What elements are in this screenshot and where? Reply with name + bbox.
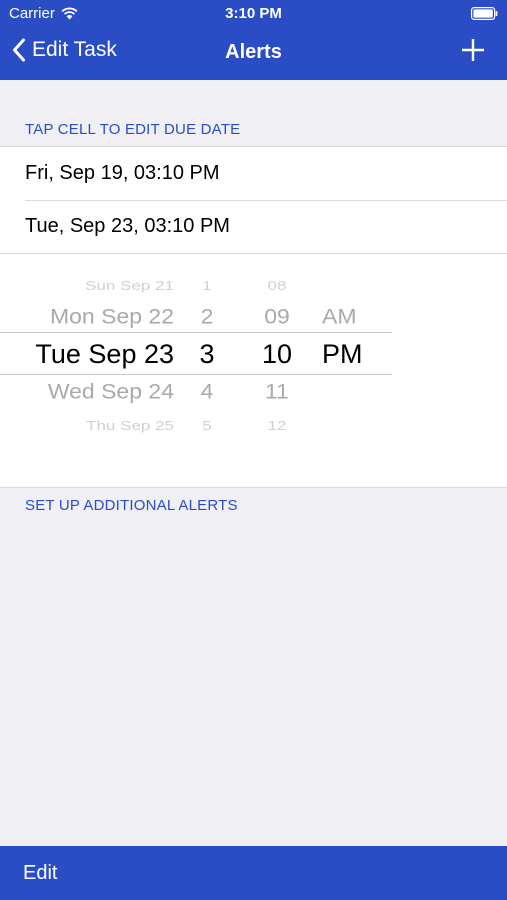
chevron-left-icon <box>13 38 25 62</box>
picker-date-wheel[interactable]: Sun Sep 21 Mon Sep 22 Tue Sep 23 Wed Sep… <box>0 254 174 487</box>
due-date-cell[interactable]: Fri, Sep 19, 03:10 PM <box>0 147 507 200</box>
picker-ampm-wheel[interactable]: AM PM <box>322 254 382 487</box>
add-alert-button[interactable] <box>461 38 485 67</box>
picker-hour-selected[interactable]: 3 <box>199 341 214 368</box>
picker-hour-option[interactable]: 4 <box>201 380 214 402</box>
top-bar: Carrier 3:10 PM Edit Task Alerts <box>0 0 507 80</box>
due-date-table: Fri, Sep 19, 03:10 PM Tue, Sep 23, 03:10… <box>0 146 507 488</box>
due-date-cell-label: Fri, Sep 19, 03:10 PM <box>25 162 220 184</box>
picker-hour-wheel[interactable]: 1 2 3 4 5 <box>187 254 227 487</box>
back-button-label: Edit Task <box>32 38 117 61</box>
due-date-section-header: TAP CELL TO EDIT DUE DATE <box>25 121 241 138</box>
picker-minute-wheel[interactable]: 08 09 10 11 12 <box>250 254 304 487</box>
picker-minute-option[interactable]: 08 <box>268 279 287 292</box>
status-time: 3:10 PM <box>225 5 282 22</box>
picker-ampm-option[interactable]: AM <box>322 305 357 327</box>
due-date-cell-label: Tue, Sep 23, 03:10 PM <box>25 215 230 237</box>
due-date-cell[interactable]: Tue, Sep 23, 03:10 PM <box>0 200 507 253</box>
picker-date-selected[interactable]: Tue Sep 23 <box>35 341 174 368</box>
picker-date-option[interactable]: Sun Sep 21 <box>85 279 174 292</box>
picker-minute-option[interactable]: 12 <box>268 419 287 432</box>
edit-button[interactable]: Edit <box>23 862 57 885</box>
navigation-bar: Edit Task Alerts <box>0 28 507 80</box>
status-bar: Carrier 3:10 PM <box>0 0 507 28</box>
picker-minute-option[interactable]: 09 <box>264 305 290 327</box>
bottom-toolbar: Edit <box>0 846 507 900</box>
picker-ampm-selected[interactable]: PM <box>322 341 363 368</box>
picker-hour-option[interactable]: 2 <box>201 305 214 327</box>
plus-icon <box>462 39 484 61</box>
battery-icon <box>471 7 498 24</box>
date-time-picker[interactable]: Sun Sep 21 Mon Sep 22 Tue Sep 23 Wed Sep… <box>0 253 507 487</box>
back-button[interactable]: Edit Task <box>12 38 117 62</box>
picker-minute-option[interactable]: 11 <box>265 380 289 402</box>
picker-hour-option[interactable]: 5 <box>202 419 211 432</box>
additional-alerts-section-header: SET UP ADDITIONAL ALERTS <box>25 497 238 514</box>
picker-hour-option[interactable]: 1 <box>202 279 211 292</box>
picker-minute-selected[interactable]: 10 <box>262 341 292 368</box>
picker-date-option[interactable]: Wed Sep 24 <box>48 380 174 402</box>
picker-date-option[interactable]: Mon Sep 22 <box>50 305 174 327</box>
picker-date-option[interactable]: Thu Sep 25 <box>86 419 174 432</box>
